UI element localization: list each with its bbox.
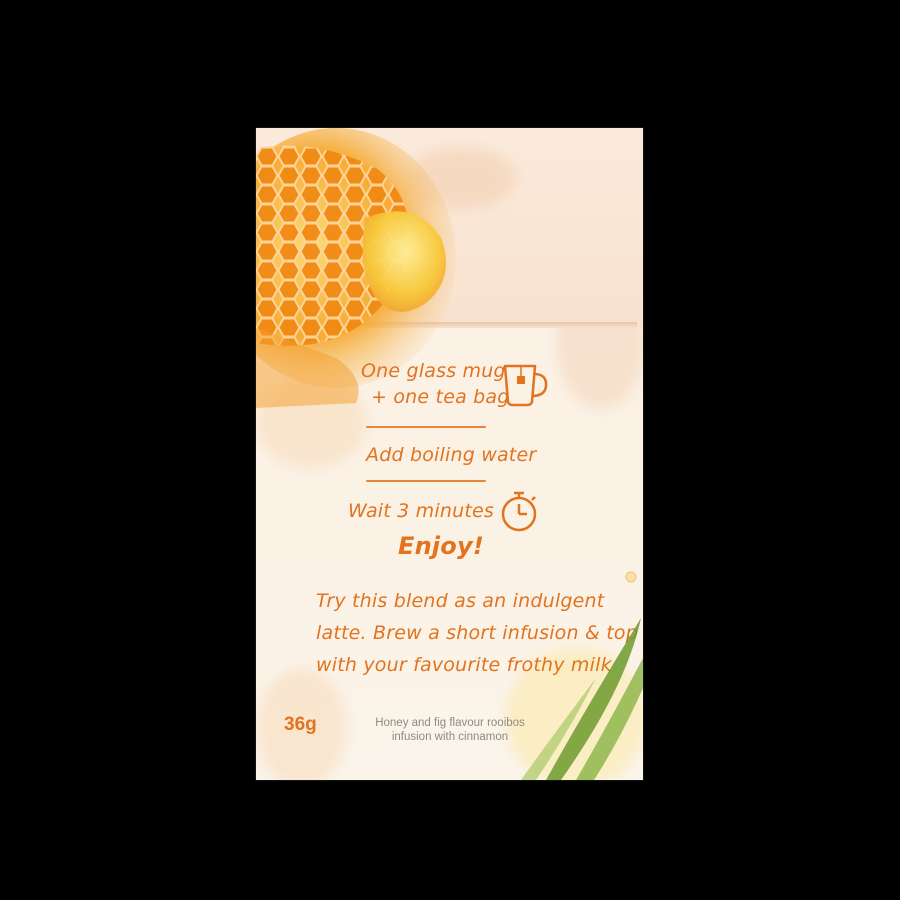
tea-box-back: One glass mug + one tea bag Add boiling … xyxy=(256,128,643,780)
step-three: Wait 3 minutes xyxy=(348,500,494,522)
droplet-graphic xyxy=(625,571,637,583)
net-weight: 36g xyxy=(284,714,317,735)
step-one-line-one: One glass mug xyxy=(361,360,506,382)
step-four-enjoy: Enjoy! xyxy=(398,532,484,560)
photo-stage: One glass mug + one tea bag Add boiling … xyxy=(0,0,900,900)
rooibos-leaf-illustration xyxy=(521,618,643,780)
step-two: Add boiling water xyxy=(366,444,537,466)
glass-mug-icon xyxy=(503,364,548,407)
product-description-line-two: infusion with cinnamon xyxy=(391,731,509,743)
divider-line xyxy=(366,426,486,428)
stopwatch-icon xyxy=(501,491,537,532)
divider-line xyxy=(366,480,486,482)
step-one-line-two: + one tea bag xyxy=(371,386,510,408)
product-description-line-one: Honey and fig flavour rooibos xyxy=(375,717,525,729)
latte-tip-line-one: Try this blend as an indulgent xyxy=(316,590,605,612)
